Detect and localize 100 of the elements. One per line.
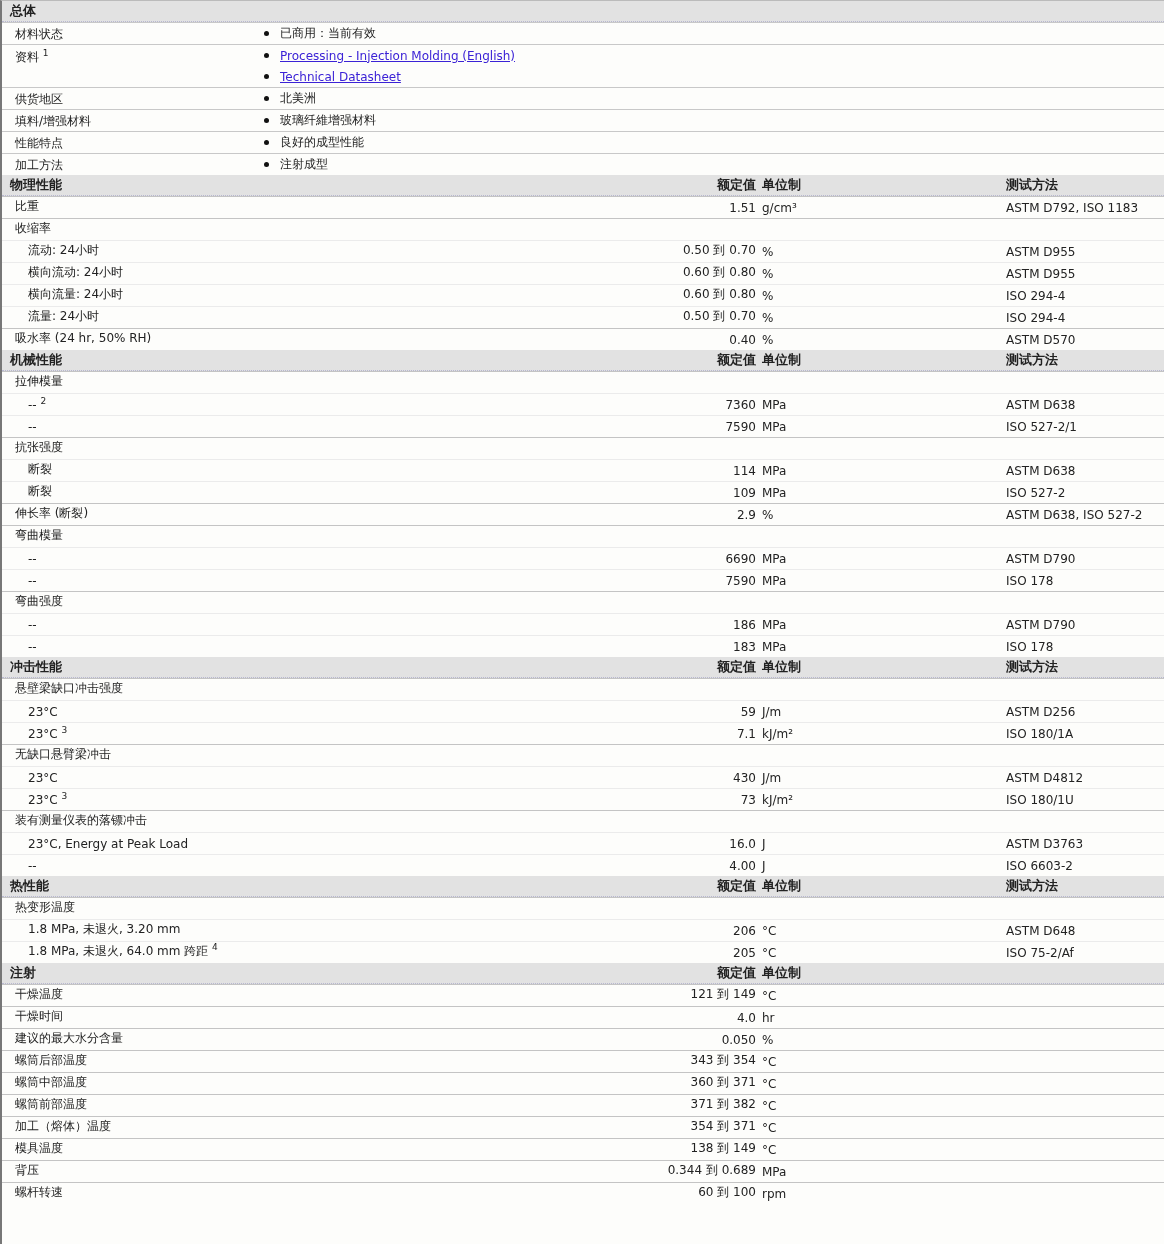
value-text: 186	[732, 618, 756, 634]
bullet-icon	[264, 162, 269, 167]
method-text: ASTM D790	[1006, 552, 1077, 568]
bullet-icon	[264, 53, 269, 58]
value-text: 4.00	[728, 859, 756, 875]
section-title: 注射	[9, 964, 37, 982]
condition-label: --	[27, 640, 38, 656]
unit-text: %	[761, 508, 775, 524]
value-text: 0.050	[720, 1033, 756, 1049]
method-text: ISO 527-2/1	[1006, 420, 1078, 436]
property-label: 螺筒后部温度	[14, 1052, 88, 1069]
property-label: 螺杆转速	[14, 1184, 64, 1201]
condition-label: 流量: 24小时	[27, 308, 101, 325]
condition-label: --	[27, 618, 38, 634]
column-header: 测试方法	[1006, 176, 1059, 194]
unit-text: %	[761, 267, 775, 283]
property-label: 拉伸模量	[14, 373, 64, 390]
property-label: 性能特点	[14, 135, 64, 152]
value-text: 4.0	[735, 1011, 756, 1027]
method-text: ASTM D792, ISO 1183	[1006, 201, 1140, 217]
method-text: ASTM D256	[1006, 705, 1077, 721]
method-text: ISO 527-2	[1006, 486, 1067, 502]
condition-label: 23°C $^{3}$	[27, 791, 69, 809]
unit-text: MPa	[761, 486, 788, 502]
value-text: 430	[732, 771, 756, 787]
property-label: 填料/增强材料	[14, 113, 93, 130]
unit-text: J	[760, 837, 767, 853]
unit-text: °C	[761, 946, 778, 962]
document-link[interactable]: Technical Datasheet	[280, 69, 401, 84]
value-text: 0.40	[728, 333, 756, 349]
value-text: 109	[732, 486, 756, 502]
value-text: 1.51	[728, 201, 756, 217]
property-label: 装有测量仪表的落镖冲击	[14, 812, 148, 829]
value-text: 6690	[724, 552, 756, 568]
unit-text: J/m	[760, 771, 783, 787]
method-text: ISO 178	[1006, 574, 1055, 590]
column-header: 额定值	[716, 877, 756, 895]
property-label: 背压	[14, 1162, 40, 1179]
condition-label: -- $^{2}$	[27, 396, 48, 414]
method-text: ISO 180/1U	[1006, 793, 1075, 809]
property-label: 建议的最大水分含量	[14, 1030, 124, 1047]
value-text: 7590	[724, 574, 756, 590]
condition-label: 断裂	[27, 483, 53, 500]
unit-text: MPa	[761, 420, 788, 436]
method-text: ASTM D570	[1006, 333, 1077, 349]
value-text: 7360	[724, 398, 756, 414]
method-text: ASTM D3763	[1006, 837, 1085, 853]
property-label: 资料 $^{1}$	[14, 47, 50, 66]
document-link[interactable]: Processing - Injection Molding (English)	[280, 48, 515, 63]
property-label: 弯曲模量	[14, 527, 64, 544]
section-title: 总体	[8, 2, 37, 20]
value-text: 60 到 100	[697, 1184, 756, 1201]
bullet-icon	[264, 74, 269, 79]
column-header: 单位制	[761, 351, 802, 369]
unit-text: °C	[761, 1143, 778, 1159]
value-text: 16.0	[728, 837, 756, 853]
unit-text: °C	[761, 924, 778, 940]
value-text: 良好的成型性能	[280, 134, 364, 151]
unit-text: J	[760, 859, 767, 875]
unit-text: °C	[761, 1055, 778, 1071]
method-text: ISO 294-4	[1006, 289, 1067, 305]
value-text: 2.9	[735, 508, 756, 524]
unit-text: °C	[761, 1099, 778, 1115]
column-header: 单位制	[761, 877, 802, 895]
condition-label: 1.8 MPa, 未退火, 3.20 mm	[27, 921, 182, 938]
condition-label: 断裂	[27, 461, 53, 478]
condition-label: --	[27, 552, 38, 568]
property-label: 模具温度	[14, 1140, 64, 1157]
column-header: 额定值	[716, 351, 756, 369]
column-header: 额定值	[716, 176, 756, 194]
condition-label: 23°C $^{3}$	[27, 725, 69, 743]
unit-text: kJ/m²	[761, 793, 795, 809]
section-title: 机械性能	[8, 351, 63, 369]
unit-text: MPa	[761, 1165, 788, 1181]
method-text: ASTM D638, ISO 527-2	[1006, 508, 1144, 524]
value-text: 0.344 到 0.689	[666, 1162, 756, 1179]
method-text: ASTM D790	[1006, 618, 1077, 634]
value-text: 7590	[724, 420, 756, 436]
method-text: ASTM D4812	[1006, 771, 1085, 787]
column-header: 额定值	[716, 964, 756, 982]
unit-text: %	[761, 1033, 775, 1049]
unit-text: °C	[761, 1077, 778, 1093]
property-label: 伸长率 (断裂)	[14, 505, 90, 522]
unit-text: MPa	[761, 574, 788, 590]
unit-text: rpm	[761, 1187, 788, 1203]
bullet-icon	[264, 118, 269, 123]
column-header: 单位制	[761, 658, 802, 676]
property-label: 悬壁梁缺口冲击强度	[14, 680, 124, 697]
value-text: 玻璃纤維增强材料	[280, 112, 376, 129]
property-label: 加工（熔体）温度	[14, 1118, 112, 1135]
value-text: 73	[739, 793, 756, 809]
value-text: 注射成型	[280, 156, 328, 173]
method-text: ASTM D955	[1006, 245, 1077, 261]
value-text: 0.60 到 0.80	[681, 286, 756, 303]
column-header: 测试方法	[1006, 351, 1059, 369]
property-label: 加工方法	[14, 157, 64, 174]
condition-label: 横向流量: 24小时	[27, 286, 125, 303]
method-text: ISO 75-2/Af	[1006, 946, 1075, 962]
unit-text: %	[761, 333, 775, 349]
unit-text: MPa	[761, 398, 788, 414]
